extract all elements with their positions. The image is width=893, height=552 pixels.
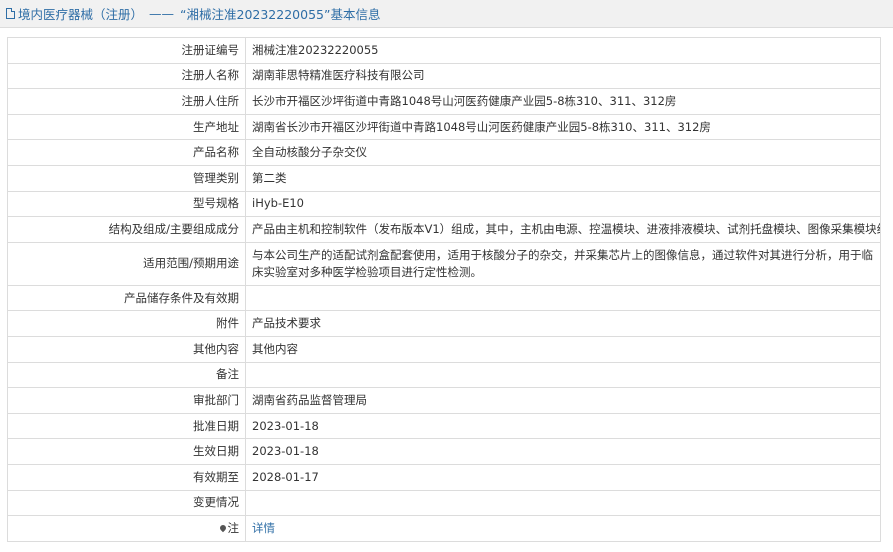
table-row: 注册人名称 湖南菲思特精准医疗科技有限公司 [7,62,881,90]
row-value: 2023-01-18 [245,412,881,440]
table-row: 审批部门 湖南省药品监督管理局 [7,387,881,414]
info-table: 注册证编号 湘械注准20232220055 注册人名称 湖南菲思特精准医疗科技有… [7,37,881,542]
table-row: 生效日期 2023-01-18 [7,438,881,465]
table-row: 注 详情 [7,515,881,542]
row-label: 注册人名称 [7,62,246,90]
row-label: 其他内容 [7,335,246,363]
row-value: 长沙市开福区沙坪街道中青路1048号山河医药健康产业园5-8栋310、311、3… [245,88,881,115]
row-label: 备注 [7,361,246,389]
table-row: 变更情况 [7,489,881,517]
row-label: 生效日期 [7,438,246,465]
table-row: 其他内容 其他内容 [7,335,881,363]
table-row: 型号规格 iHyb-E10 [7,190,881,218]
row-value: 全自动核酸分子杂交仪 [245,139,881,166]
note-label-cell: 注 [7,515,246,542]
row-label: 产品名称 [7,139,246,166]
table-row: 有效期至 2028-01-17 [7,463,881,491]
table-row: 管理类别 第二类 [7,164,881,192]
row-value [245,489,881,517]
row-label: 注 [227,520,240,535]
row-label: 审批部门 [7,387,246,414]
row-value: 湘械注准20232220055 [245,37,881,64]
row-value: 产品技术要求 [245,310,881,337]
row-label: 注册人住所 [7,88,246,115]
row-value: 与本公司生产的适配试剂盒配套使用，适用于核酸分子的杂交，并采集芯片上的图像信息，… [245,241,881,286]
row-label: 有效期至 [7,463,246,491]
row-value: 湖南菲思特精准医疗科技有限公司 [245,62,881,90]
document-icon [6,8,15,19]
row-value: 2028-01-17 [245,463,881,491]
row-value: 详情 [245,515,881,542]
title-separator: —— [149,6,175,21]
row-value [245,361,881,389]
table-row: 产品名称 全自动核酸分子杂交仪 [7,139,881,166]
row-value: iHyb-E10 [245,190,881,218]
row-value: 第二类 [245,164,881,192]
table-row: 注册证编号 湘械注准20232220055 [7,37,881,64]
row-label: 结构及组成/主要组成成分 [7,216,246,243]
row-value: 产品由主机和控制软件（发布版本V1）组成，其中，主机由电源、控温模块、进液排液模… [245,216,881,243]
table-row: 批准日期 2023-01-18 [7,412,881,440]
table-row: 注册人住所 长沙市开福区沙坪街道中青路1048号山河医药健康产业园5-8栋310… [7,88,881,115]
row-label: 注册证编号 [7,37,246,64]
page-title: “湘械注准20232220055”基本信息 [180,7,381,22]
table-row: 结构及组成/主要组成成分 产品由主机和控制软件（发布版本V1）组成，其中，主机由… [7,216,881,243]
table-row: 生产地址 湖南省长沙市开福区沙坪街道中青路1048号山河医药健康产业园5-8栋3… [7,113,881,141]
row-label: 产品储存条件及有效期 [7,284,246,312]
row-label: 附件 [7,310,246,337]
row-label: 管理类别 [7,164,246,192]
details-link[interactable]: 详情 [252,521,275,535]
row-label: 适用范围/预期用途 [7,241,246,286]
page-title-bar: 境内医疗器械（注册） —— “湘械注准20232220055”基本信息 [0,0,893,28]
row-value: 2023-01-18 [245,438,881,465]
table-row: 备注 [7,361,881,389]
pin-icon [218,523,227,533]
row-label: 批准日期 [7,412,246,440]
row-value: 湖南省长沙市开福区沙坪街道中青路1048号山河医药健康产业园5-8栋310、31… [245,113,881,141]
table-row: 适用范围/预期用途 与本公司生产的适配试剂盒配套使用，适用于核酸分子的杂交，并采… [7,241,881,286]
table-row: 附件 产品技术要求 [7,310,881,337]
category-label: 境内医疗器械（注册） [18,7,144,22]
table-row: 产品储存条件及有效期 [7,284,881,312]
row-label: 型号规格 [7,190,246,218]
row-label: 生产地址 [7,113,246,141]
row-value: 湖南省药品监督管理局 [245,387,881,414]
row-label: 变更情况 [7,489,246,517]
row-value: 其他内容 [245,335,881,363]
row-value [245,284,881,312]
